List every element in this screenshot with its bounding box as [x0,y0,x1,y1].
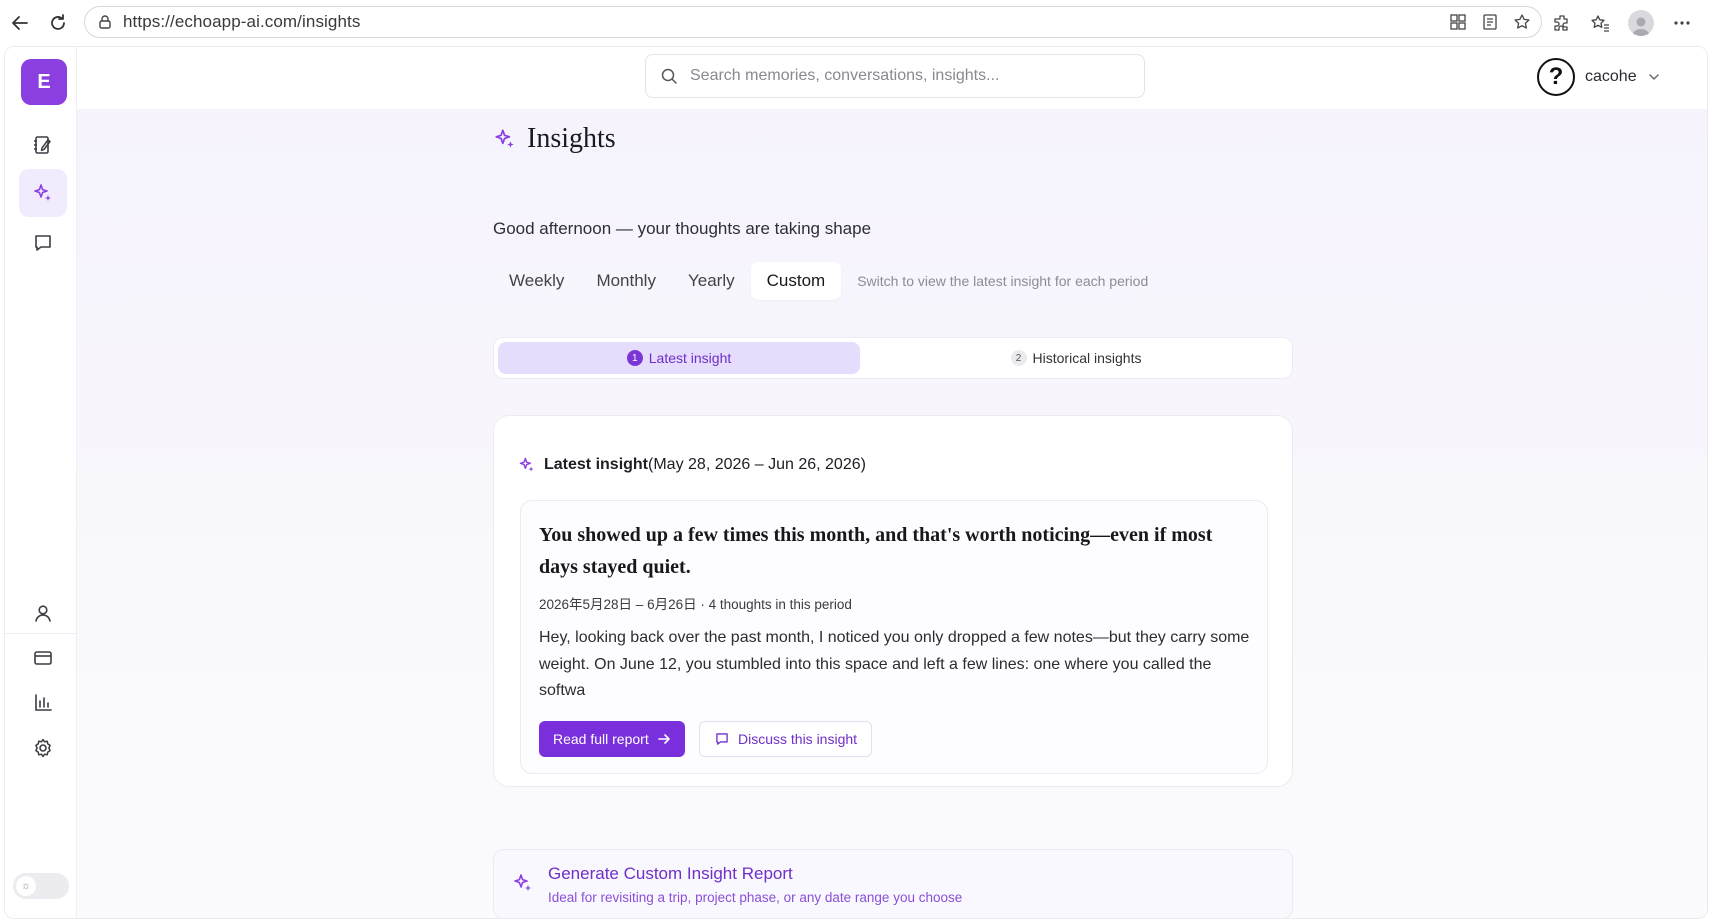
historical-insights-label: Historical insights [1032,350,1142,366]
address-bar[interactable]: https://echoapp-ai.com/insights [84,6,1542,38]
search-input[interactable]: Search memories, conversations, insights… [645,54,1145,98]
url-text: https://echoapp-ai.com/insights [123,12,361,31]
sidebar-item-billing[interactable] [19,634,67,682]
chevron-down-icon [1648,74,1659,80]
search-icon [661,68,677,84]
sidebar-item-chat[interactable] [19,219,67,267]
discuss-insight-label: Discuss this insight [738,731,858,747]
arrow-left-icon [12,16,28,30]
tab-monthly[interactable]: Monthly [580,262,672,300]
read-full-report-label: Read full report [553,731,649,747]
generate-report-title: Generate Custom Insight Report [548,864,793,883]
search-placeholder: Search memories, conversations, insights… [690,67,1000,84]
tab-custom[interactable]: Custom [750,262,842,300]
tab-weekly[interactable]: Weekly [493,262,580,300]
sidebar: E ☼ [5,47,77,918]
latest-insight-card: Latest insight(May 28, 2026 – Jun 26, 20… [493,415,1293,787]
theme-toggle[interactable]: ☼ [13,873,69,899]
page-header: Insights [493,123,616,155]
lock-icon [99,15,111,29]
sidebar-item-stats[interactable] [19,679,67,727]
tab-yearly[interactable]: Yearly [672,262,751,300]
page-title: Insights [527,123,616,154]
tab-hint: Switch to view the latest insight for ea… [857,273,1149,289]
insight-meta: 2026年5月28日 – 6月26日 · 4 thoughts in this … [539,597,852,612]
discuss-insight-button[interactable]: Discuss this insight [699,721,873,757]
latest-insight-tab[interactable]: 1 Latest insight [498,342,860,374]
latest-insight-label: Latest insight [648,350,732,366]
chat-bubble-icon [35,235,51,251]
card-date-range: (May 28, 2026 – Jun 26, 2026) [648,456,866,473]
insight-headline: You showed up a few times this month, an… [539,524,1213,578]
sparkles-icon [34,184,51,201]
insight-excerpt: Hey, looking back over the past month, I… [539,629,1250,699]
reader-mode-icon[interactable] [1481,13,1499,31]
sidebar-item-profile[interactable] [19,589,67,637]
card-heading: Latest insight(May 28, 2026 – Jun 26, 20… [518,456,866,474]
step-number: 1 [626,350,643,366]
extensions-icon[interactable] [1552,13,1572,33]
insight-view-switch: 1 Latest insight 2 Historical insights [493,337,1293,379]
sidebar-item-settings[interactable] [19,724,67,772]
more-menu-icon[interactable] [1672,13,1692,33]
generate-report-subtitle: Ideal for revisiting a trip, project pha… [548,890,963,905]
reload-icon [51,14,65,30]
insight-summary: You showed up a few times this month, an… [520,500,1268,774]
bar-chart-icon [35,694,52,711]
app-logo[interactable]: E [21,59,67,105]
notebook-pen-icon [34,136,51,154]
sparkles-icon [495,129,514,148]
avatar: ? [1537,58,1575,96]
browser-profile-avatar[interactable] [1628,10,1654,36]
browser-toolbar: https://echoapp-ai.com/insights [0,0,1712,46]
person-silhouette-icon [1632,17,1650,36]
favorite-star-icon[interactable] [1513,13,1531,31]
chat-bubble-icon [716,733,728,745]
step-number: 2 [1010,350,1027,366]
sidebar-item-insights[interactable] [19,169,67,217]
historical-insights-tab[interactable]: 2 Historical insights [864,342,1288,374]
credit-card-icon [34,651,52,665]
sun-icon: ☼ [16,876,36,896]
favorites-icon[interactable] [1590,13,1610,33]
back-button[interactable] [0,0,40,46]
app-header: Search memories, conversations, insights… [77,47,1707,109]
apps-icon[interactable] [1449,13,1467,31]
generate-custom-report[interactable]: Generate Custom Insight Report Ideal for… [493,849,1293,918]
arrow-right-icon [657,734,670,744]
user-menu[interactable]: ? cacohe [1537,57,1661,97]
card-heading-label: Latest insight [544,456,649,473]
sparkles-icon [519,457,534,472]
page-subtitle: Good afternoon — your thoughts are takin… [493,219,872,238]
sidebar-item-journal[interactable] [19,121,67,169]
gear-icon [35,738,51,758]
read-full-report-button[interactable]: Read full report [539,721,685,757]
reload-button[interactable] [38,0,78,46]
app-window: E ☼ Search memories, conversations, insi… [4,46,1708,919]
user-icon [35,605,51,622]
username: cacohe [1585,68,1637,85]
main-content: Insights Good afternoon — your thoughts … [77,109,1707,918]
sparkles-icon [512,872,534,894]
period-tabs: Weekly Monthly Yearly Custom Switch to v… [493,261,1148,301]
